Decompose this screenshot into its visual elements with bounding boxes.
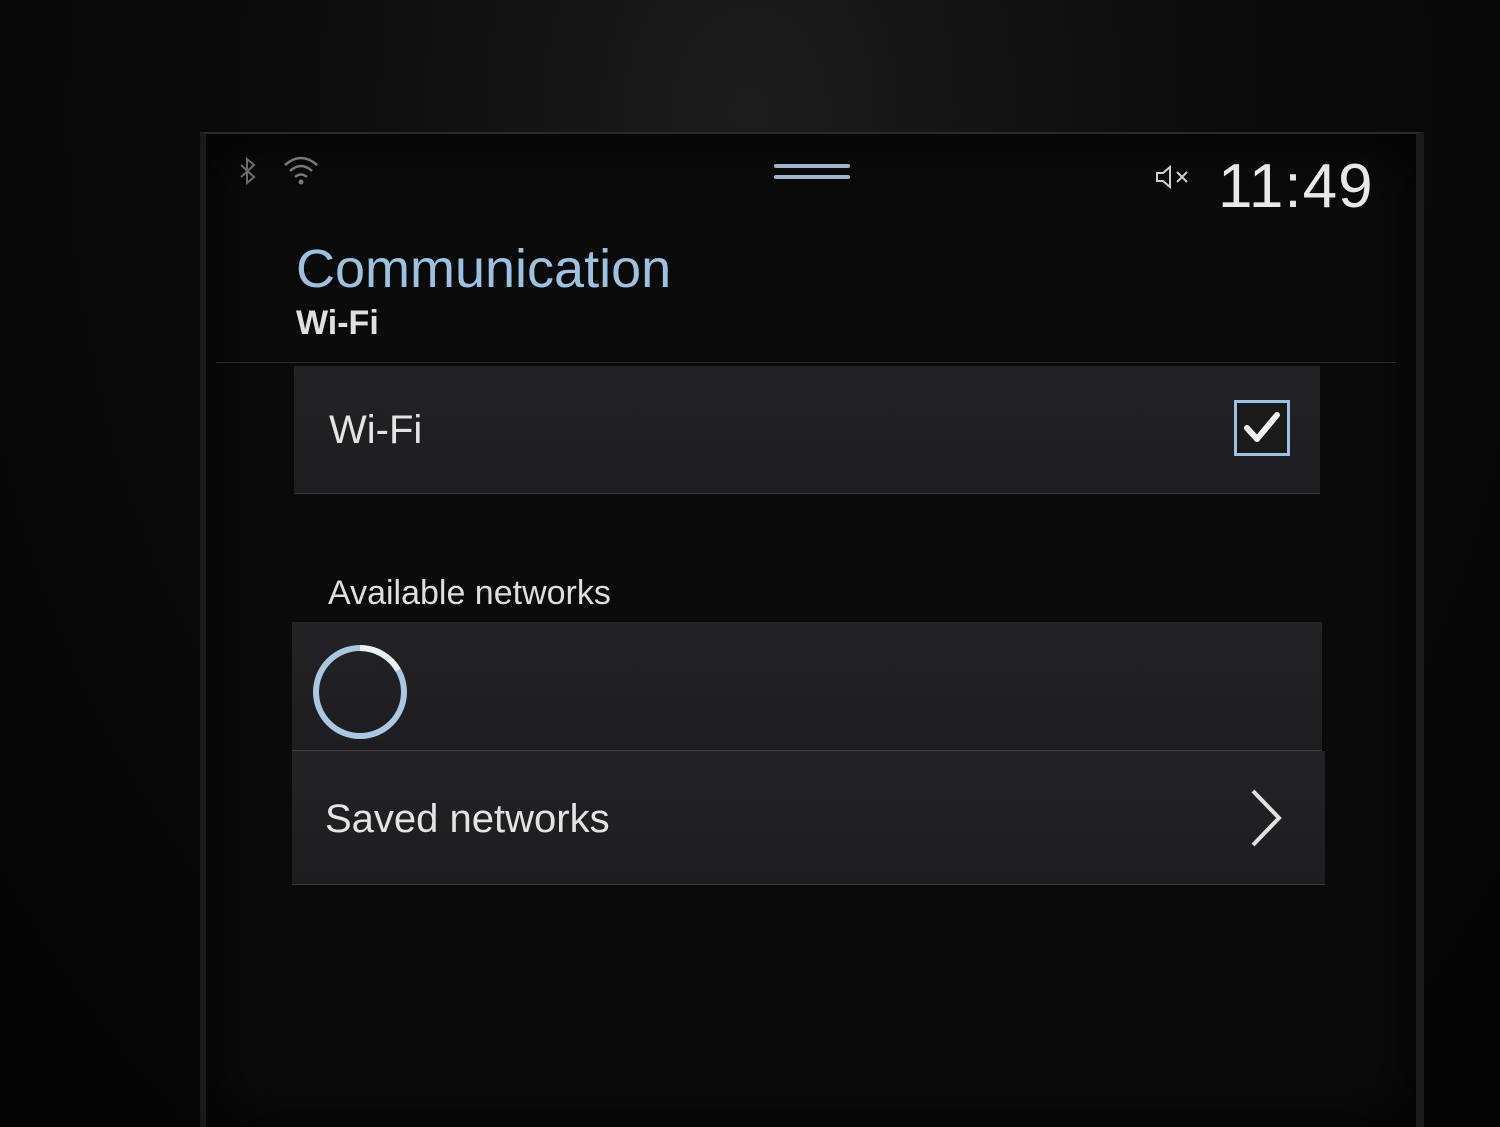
page-title: Communication [296,239,672,299]
saved-networks-row[interactable]: Saved networks [292,751,1325,885]
bluetooth-icon [240,156,256,186]
clock: 11:49 [1218,152,1374,221]
status-bar: 11:49 [206,134,1416,224]
header-divider [216,362,1396,363]
infotainment-screen: 11:49 Communication Wi-Fi Wi-Fi Availabl… [200,132,1424,1127]
wifi-toggle-row[interactable]: Wi-Fi [294,366,1320,494]
checkbox-checked-icon[interactable] [1234,400,1290,456]
page-subtitle: Wi-Fi [296,304,379,342]
wifi-toggle-label: Wi-Fi [329,408,423,452]
volume-muted-icon [1156,164,1188,190]
saved-networks-label: Saved networks [325,797,610,841]
chevron-right-icon [1251,789,1282,847]
wifi-signal-icon [284,156,318,185]
drag-handle-icon[interactable] [774,164,850,186]
available-networks-heading: Available networks [328,574,611,612]
available-networks-list [292,622,1322,751]
loading-spinner-icon [313,645,407,739]
